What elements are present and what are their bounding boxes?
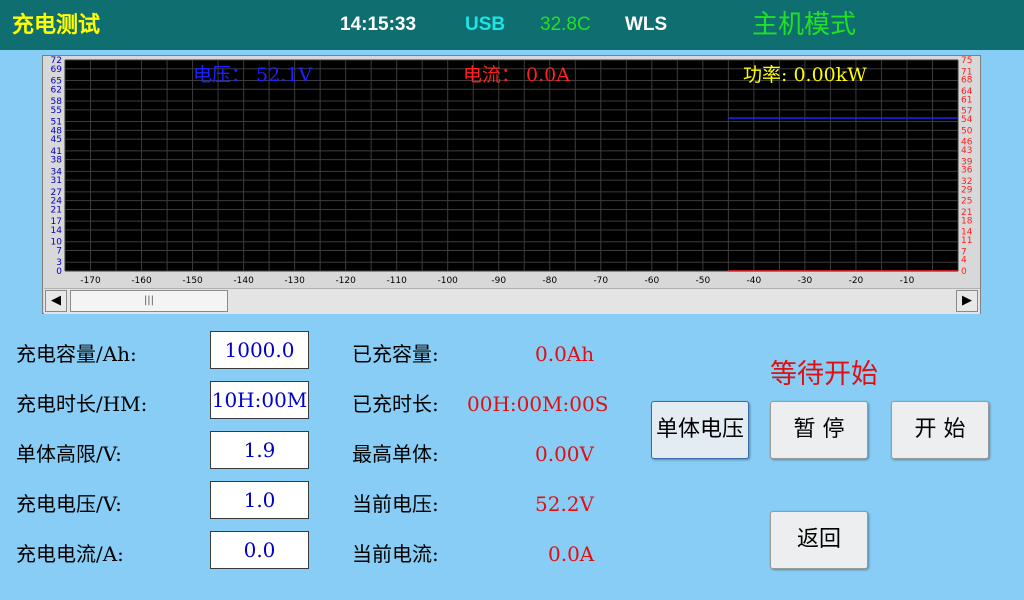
capacity-input[interactable]: 1000.0 xyxy=(210,331,309,369)
pause-button[interactable]: 暂 停 xyxy=(770,401,868,459)
present-voltage-value: 52.2V xyxy=(535,492,594,516)
x-tick-label: -100 xyxy=(437,276,458,286)
y-right-tick-label: 21 xyxy=(961,208,972,218)
charged-capacity-value: 0.0Ah xyxy=(535,342,595,366)
x-tick-label: -60 xyxy=(644,276,659,286)
y-left-tick-label: 72 xyxy=(51,56,62,66)
max-cell-value: 0.00V xyxy=(535,442,594,466)
x-tick-label: -40 xyxy=(747,276,762,286)
setting-label-capacity: 充电容量/Ah: xyxy=(16,342,137,366)
x-tick-label: -160 xyxy=(131,276,152,286)
scroll-left-arrow-icon[interactable]: ◀ xyxy=(45,290,67,312)
temperature-readout: 32.8C xyxy=(540,14,591,35)
y-left-tick-label: 58 xyxy=(51,97,63,107)
y-left-tick-label: 34 xyxy=(51,167,63,177)
y-right-tick-label: 71 xyxy=(961,67,972,77)
reading-label-charged-capacity: 已充容量: xyxy=(352,342,439,366)
clock: 14:15:33 xyxy=(340,14,417,35)
y-right-tick-label: 50 xyxy=(961,126,973,136)
cell-voltage-button[interactable]: 单体电压 xyxy=(651,401,749,459)
x-tick-label: -50 xyxy=(696,276,711,286)
y-left-tick-label: 41 xyxy=(51,147,62,157)
x-tick-label: -130 xyxy=(284,276,305,286)
cell-limit-input[interactable]: 1.9 xyxy=(210,431,309,469)
y-left-tick-label: 65 xyxy=(51,77,62,87)
scroll-thumb[interactable]: ||| xyxy=(70,290,228,312)
wireless-status: WLS xyxy=(625,14,668,35)
duration-input[interactable]: 10H:00M xyxy=(210,381,309,419)
y-right-tick-label: 25 xyxy=(961,197,972,207)
x-tick-label: -150 xyxy=(182,276,203,286)
chart-panel: 0 3 7 10 14 17 21 24 27 31 34 38 41 45 48 51 55 58 62 65 69 7… xyxy=(42,55,981,314)
y-right-tick-label: 14 xyxy=(961,228,973,238)
y-left-tick-label: 17 xyxy=(51,217,62,227)
mode-indicator: 主机模式 xyxy=(752,10,857,40)
y-right-tick-label: 46 xyxy=(961,138,973,148)
x-tick-label: -110 xyxy=(386,276,407,286)
top-status-bar: 充电测试 14:15:33 USB 32.8C WLS 主机模式 xyxy=(0,0,1024,50)
x-tick-label: -170 xyxy=(80,276,101,286)
y-left-tick-label: 55 xyxy=(51,106,62,116)
reading-label-present-current: 当前电流: xyxy=(352,542,439,566)
y-left-tick-label: 21 xyxy=(51,205,62,215)
reading-label-present-voltage: 当前电压: xyxy=(352,492,439,516)
x-tick-label: -140 xyxy=(233,276,254,286)
trend-chart: 0371014172124273134384145485155586265697… xyxy=(51,56,973,286)
y-left-tick-label: 69 xyxy=(51,65,63,75)
power-readout: 功率: 0.00kW xyxy=(743,64,867,86)
y-right-tick-label: 32 xyxy=(961,177,972,187)
setting-label-voltage: 充电电压/V: xyxy=(16,492,122,516)
y-right-tick-label: 64 xyxy=(961,87,973,97)
current-readout: 电流： 0.0A xyxy=(463,64,570,86)
y-right-tick-label: 0 xyxy=(961,267,967,277)
setting-label-current: 充电电流/A: xyxy=(16,542,124,566)
y-left-tick-label: 62 xyxy=(51,85,62,95)
reading-label-charged-time: 已充时长: xyxy=(352,392,439,416)
x-tick-label: -30 xyxy=(798,276,813,286)
page-title: 充电测试 xyxy=(12,12,101,38)
x-tick-label: -120 xyxy=(335,276,356,286)
reading-label-max-cell: 最高单体: xyxy=(352,442,439,466)
voltage-readout: 电压： 52.1V xyxy=(193,64,312,86)
x-tick-label: -70 xyxy=(593,276,608,286)
y-left-tick-label: 38 xyxy=(51,156,63,166)
y-right-tick-label: 7 xyxy=(961,247,967,257)
y-left-tick-label: 45 xyxy=(51,135,62,145)
setting-label-cell-limit: 单体高限/V: xyxy=(16,442,122,466)
y-left-tick-label: 0 xyxy=(56,267,62,277)
y-left-tick-label: 7 xyxy=(56,246,62,256)
y-right-tick-label: 57 xyxy=(961,107,972,117)
charged-time-value: 00H:00M:00S xyxy=(467,392,609,416)
current-input[interactable]: 0.0 xyxy=(210,531,309,569)
plot-area xyxy=(65,60,958,271)
y-left-tick-label: 24 xyxy=(51,197,63,207)
x-tick-label: -20 xyxy=(849,276,864,286)
y-left-tick-label: 48 xyxy=(51,126,63,136)
y-left-tick-label: 14 xyxy=(51,226,63,236)
y-left-tick-label: 51 xyxy=(51,118,62,128)
x-tick-label: -90 xyxy=(491,276,506,286)
start-button[interactable]: 开 始 xyxy=(891,401,989,459)
chart-scrollbar[interactable]: ◀ ||| ▶ xyxy=(44,288,980,314)
y-left-tick-label: 10 xyxy=(51,238,63,248)
x-tick-label: -10 xyxy=(900,276,915,286)
status-message: 等待开始 xyxy=(770,359,878,390)
y-left-tick-label: 3 xyxy=(56,258,62,268)
y-left-tick-label: 27 xyxy=(51,188,62,198)
back-button[interactable]: 返回 xyxy=(770,511,868,569)
setting-label-duration: 充电时长/HM: xyxy=(16,392,148,416)
y-left-tick-label: 31 xyxy=(51,176,62,186)
scroll-right-arrow-icon[interactable]: ▶ xyxy=(956,290,978,312)
y-right-tick-label: 39 xyxy=(961,157,973,167)
y-right-tick-label: 75 xyxy=(961,56,972,66)
usb-status: USB xyxy=(465,14,506,35)
voltage-input[interactable]: 1.0 xyxy=(210,481,309,519)
x-tick-label: -80 xyxy=(542,276,557,286)
present-current-value: 0.0A xyxy=(548,542,595,566)
